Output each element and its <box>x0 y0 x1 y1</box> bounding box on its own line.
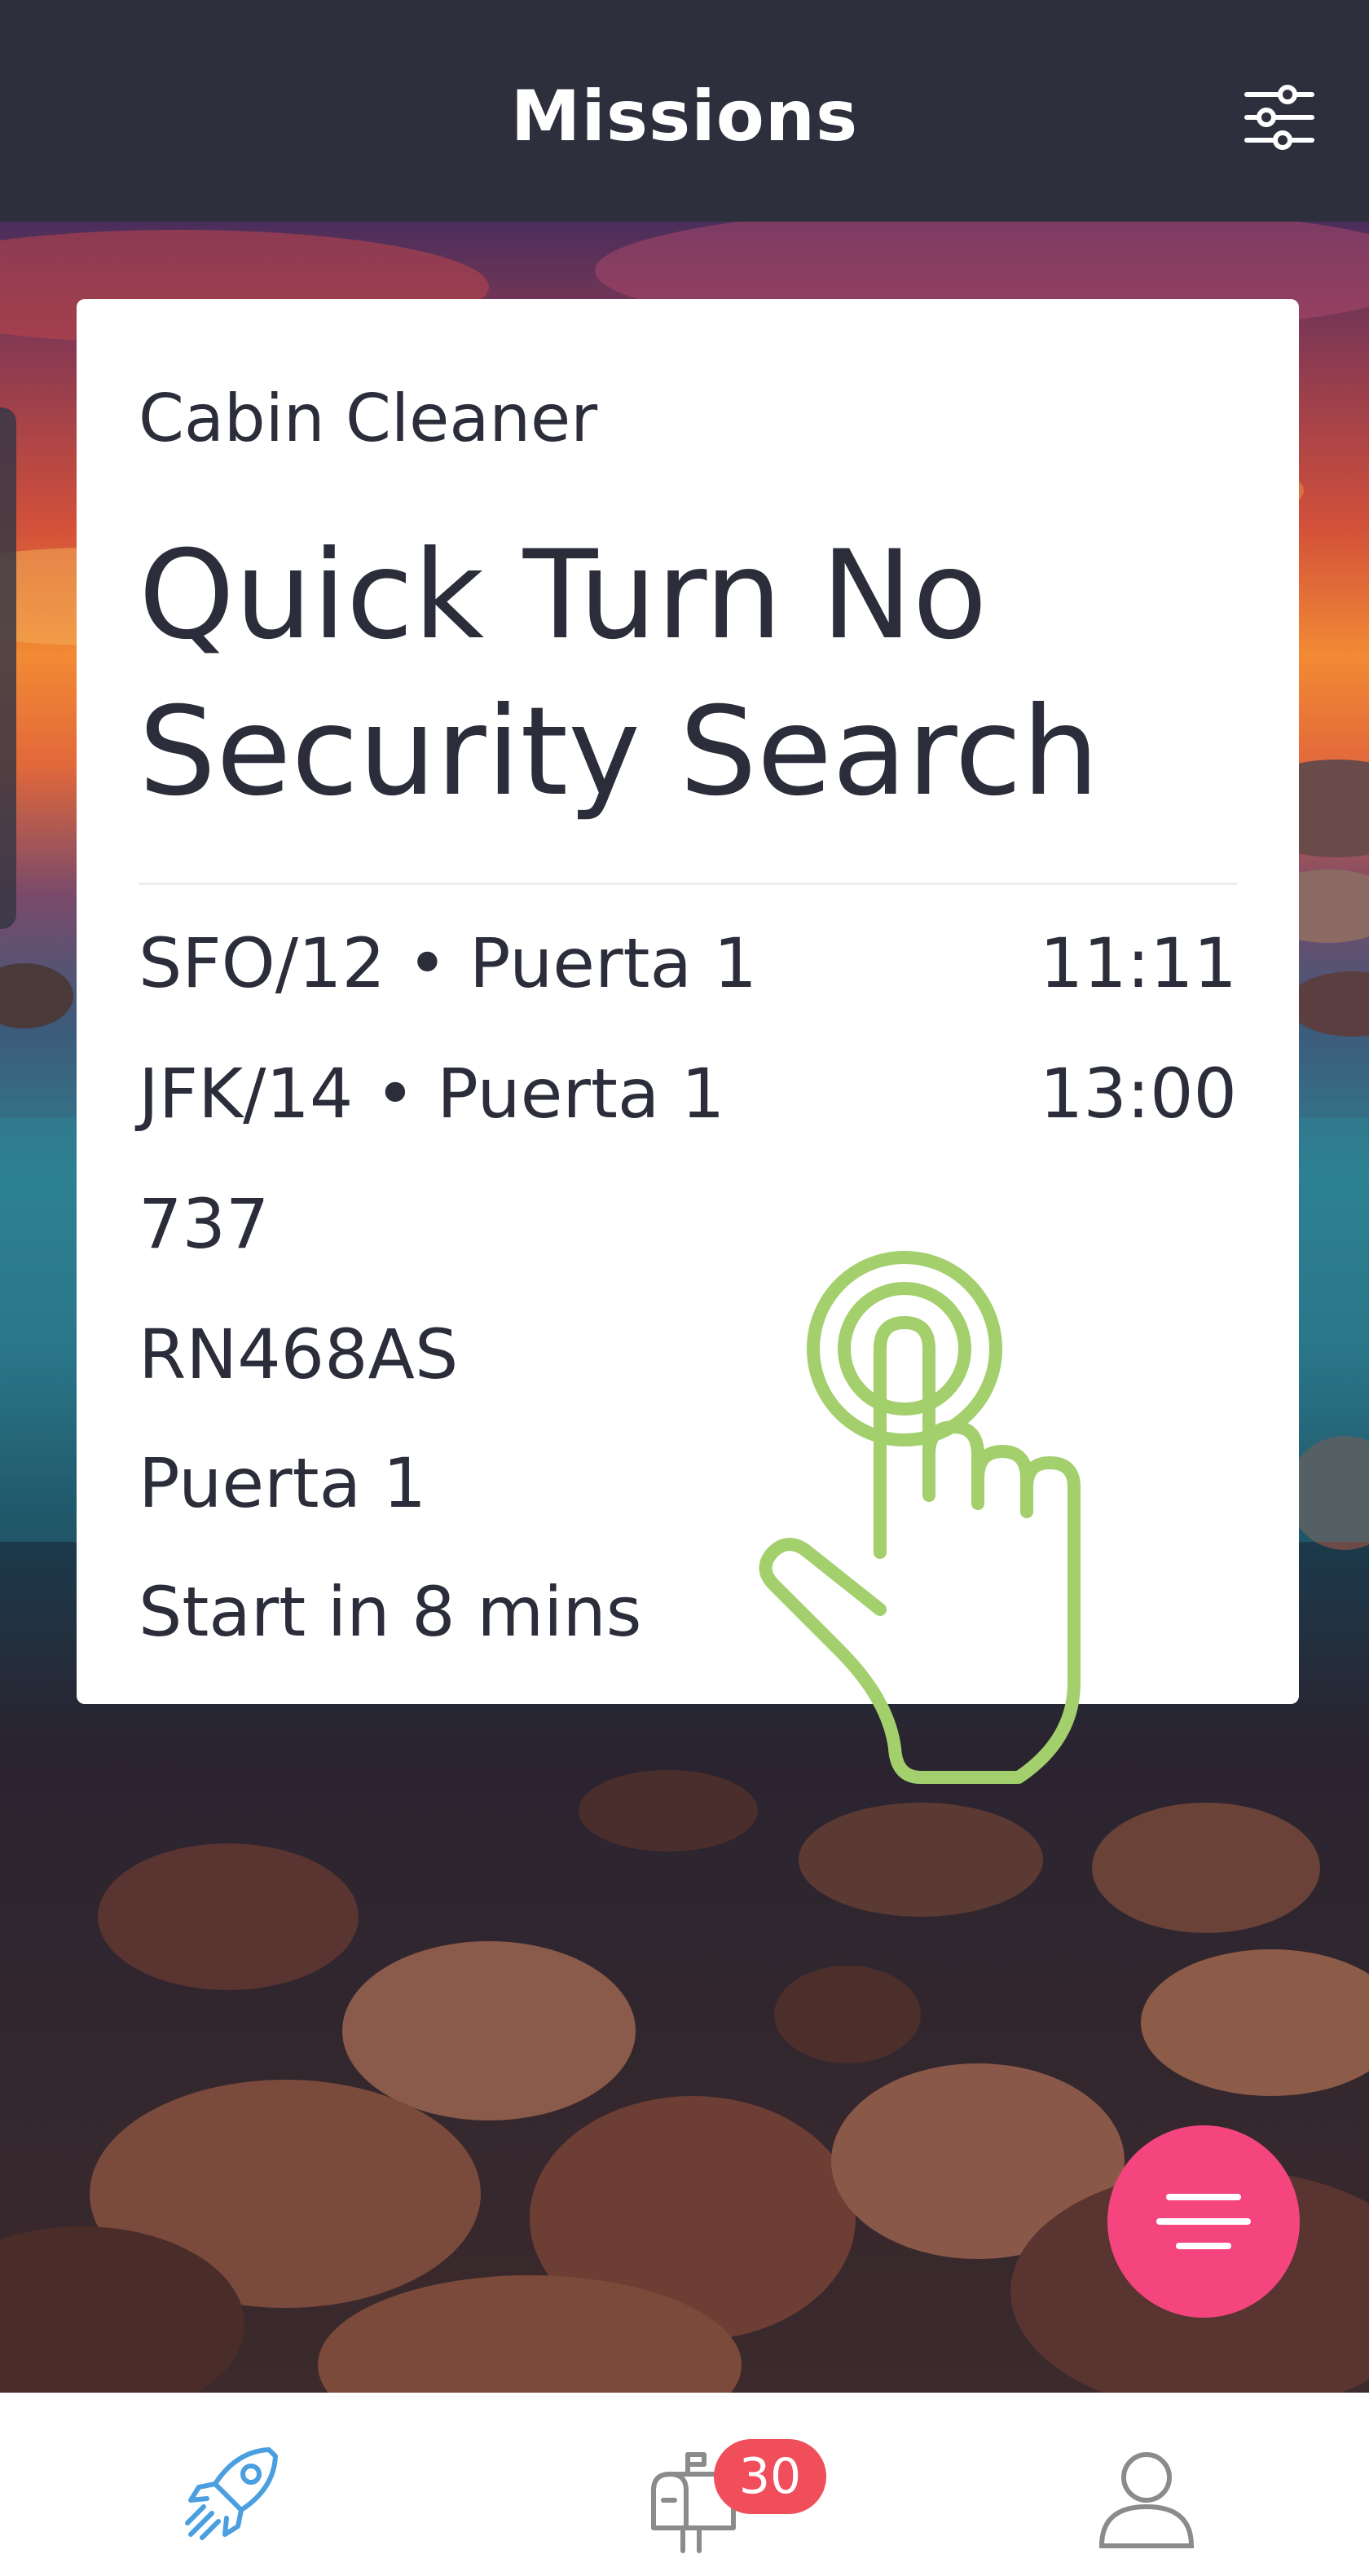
filter-button[interactable] <box>1240 78 1318 156</box>
tab-missions[interactable] <box>106 2393 350 2576</box>
rocket-icon <box>185 2447 278 2540</box>
inbox-count-badge: 30 <box>714 2439 826 2514</box>
origin-row: SFO/12 • Puerta 1 11:11 <box>139 918 1237 1008</box>
menu-lines-icon <box>1156 2194 1251 2249</box>
app-header: Missions <box>0 0 1369 222</box>
destination-time: 13:00 <box>1039 1054 1237 1134</box>
mission-title: Quick Turn No Security Search <box>139 525 1099 823</box>
card-divider <box>139 883 1237 885</box>
sliders-icon <box>1244 85 1314 150</box>
destination-row: JFK/14 • Puerta 1 13:00 <box>139 1049 1237 1138</box>
destination-label: JFK/14 • Puerta 1 <box>139 1054 725 1134</box>
origin-time: 11:11 <box>1039 923 1237 1003</box>
origin-label: SFO/12 • Puerta 1 <box>139 923 758 1003</box>
user-icon <box>1098 2452 1195 2548</box>
menu-fab-button[interactable] <box>1107 2125 1300 2318</box>
mission-category: Cabin Cleaner <box>139 381 598 456</box>
page-title: Missions <box>510 76 859 157</box>
bottom-tab-bar <box>0 2393 1369 2576</box>
side-drawer-handle[interactable] <box>0 407 16 929</box>
tap-hand-icon <box>759 1251 1081 1784</box>
tab-profile[interactable] <box>1019 2393 1263 2576</box>
